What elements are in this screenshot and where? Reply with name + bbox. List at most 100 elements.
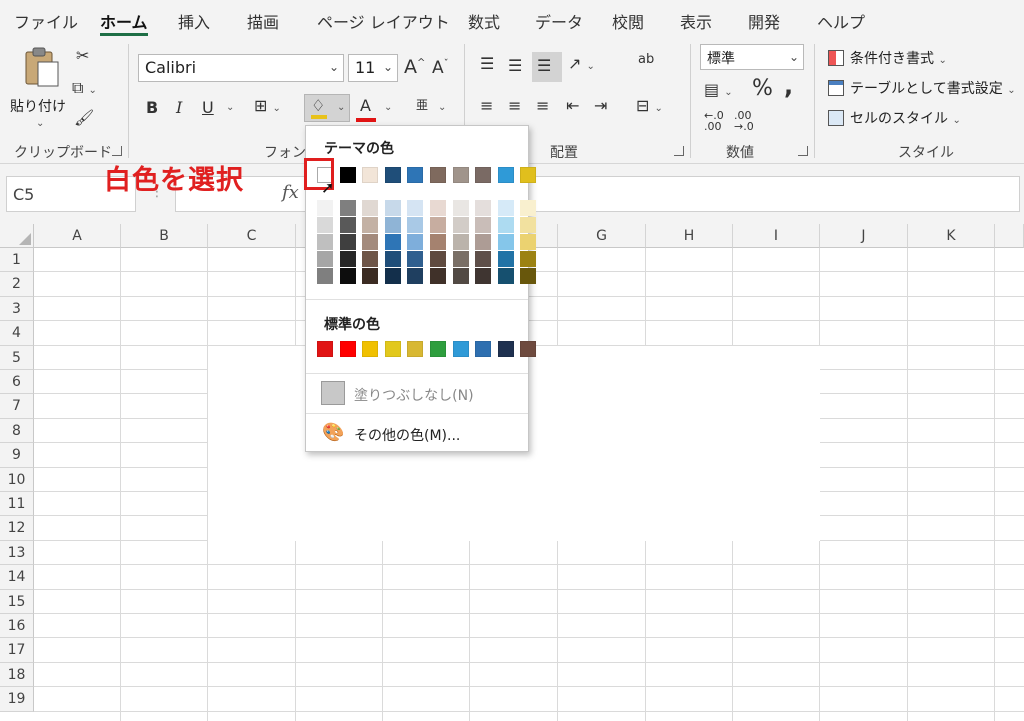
bold-button[interactable]: B [146, 98, 158, 117]
no-fill-item[interactable]: 塗りつぶしなし(N) [306, 378, 528, 408]
column-header-a[interactable]: A [34, 224, 121, 248]
align-center-icon[interactable]: ≡ [508, 96, 521, 115]
row-header-18[interactable]: 18 [0, 662, 34, 688]
number-format-combo[interactable]: 標準 ⌄ [700, 44, 804, 70]
tab-file[interactable]: ファイル [14, 9, 78, 33]
theme-shade-swatch[interactable] [362, 251, 379, 267]
theme-shade-swatch[interactable] [520, 251, 537, 267]
tab-data[interactable]: データ [535, 9, 583, 33]
standard-color-swatch[interactable] [430, 341, 446, 357]
row-header-1[interactable]: 1 [0, 248, 34, 273]
theme-shade-swatch[interactable] [475, 234, 492, 250]
theme-shade-swatch[interactable] [497, 234, 514, 250]
row-header-2[interactable]: 2 [0, 272, 34, 297]
wrap-text-button[interactable]: ab [638, 52, 654, 67]
theme-shade-swatch[interactable] [407, 234, 424, 250]
theme-color-swatch[interactable] [430, 167, 446, 183]
row-header-12[interactable]: 12 [0, 516, 34, 541]
row-header-13[interactable]: 13 [0, 540, 34, 566]
theme-shade-swatch[interactable] [407, 268, 424, 284]
tab-review[interactable]: 校閲 [612, 9, 644, 33]
chevron-down-icon[interactable]: ⌄ [438, 102, 446, 113]
number-launcher-icon[interactable] [798, 146, 808, 156]
theme-color-swatch[interactable] [452, 167, 469, 183]
column-header-c[interactable]: C [208, 224, 296, 248]
font-name-combo[interactable]: Calibri ⌄ [138, 54, 344, 82]
theme-shade-swatch[interactable] [452, 268, 469, 284]
theme-shade-swatch[interactable] [317, 251, 333, 267]
theme-shade-swatch[interactable] [497, 268, 514, 284]
tab-page-layout[interactable]: ページ レイアウト [317, 9, 450, 33]
theme-shade-swatch[interactable] [362, 268, 379, 284]
copy-icon[interactable]: ⧉ ⌄ [72, 78, 97, 98]
italic-button[interactable]: I [176, 98, 182, 117]
tab-developer[interactable]: 開発 [748, 9, 780, 33]
theme-color-swatch[interactable] [475, 167, 492, 183]
standard-color-swatch[interactable] [407, 341, 424, 357]
theme-shade-swatch[interactable] [497, 200, 514, 216]
clipboard-launcher-icon[interactable] [112, 146, 122, 156]
theme-shade-swatch[interactable] [407, 200, 424, 216]
row-header-9[interactable]: 9 [0, 443, 34, 468]
tab-home[interactable]: ホーム [100, 9, 148, 33]
standard-color-swatch[interactable] [362, 341, 379, 357]
fill-color-button[interactable]: ♢ ⌄ [304, 94, 350, 122]
standard-color-swatch[interactable] [339, 341, 356, 357]
row-header-6[interactable]: 6 [0, 370, 34, 395]
align-bottom-icon[interactable]: ☰ [532, 52, 562, 82]
orientation-icon[interactable]: ↗ ⌄ [568, 54, 595, 73]
theme-shade-swatch[interactable] [497, 251, 514, 267]
theme-shade-swatch[interactable] [430, 251, 446, 267]
row-header-3[interactable]: 3 [0, 296, 34, 322]
column-header-g[interactable]: G [558, 224, 646, 248]
insert-function-button[interactable]: fx [282, 182, 299, 203]
column-header-j[interactable]: J [820, 224, 908, 248]
theme-shade-swatch[interactable] [452, 217, 469, 233]
theme-shade-swatch[interactable] [452, 234, 469, 250]
theme-shade-swatch[interactable] [430, 268, 446, 284]
chevron-down-icon[interactable]: ⌄ [384, 102, 392, 113]
align-top-icon[interactable]: ☰ [480, 54, 494, 73]
tab-view[interactable]: 表示 [680, 9, 712, 33]
font-size-combo[interactable]: 11 ⌄ [348, 54, 398, 82]
phonetic-button[interactable]: 亜 [416, 96, 428, 113]
decrease-decimal-button[interactable]: .00 →.0 [734, 110, 754, 132]
theme-shade-swatch[interactable] [520, 234, 537, 250]
row-header-15[interactable]: 15 [0, 589, 34, 614]
tab-help[interactable]: ヘルプ [817, 9, 865, 33]
standard-color-swatch[interactable] [520, 341, 537, 357]
theme-shade-swatch[interactable] [497, 217, 514, 233]
theme-color-swatch[interactable] [407, 167, 424, 183]
row-header-7[interactable]: 7 [0, 394, 34, 419]
row-header-10[interactable]: 10 [0, 467, 34, 492]
theme-shade-swatch[interactable] [407, 217, 424, 233]
theme-shade-swatch[interactable] [452, 251, 469, 267]
theme-color-swatch[interactable] [362, 167, 379, 183]
tab-draw[interactable]: 描画 [247, 9, 279, 33]
theme-color-swatch[interactable] [520, 167, 537, 183]
theme-shade-swatch[interactable] [339, 200, 356, 216]
theme-shade-swatch[interactable] [384, 234, 401, 250]
standard-color-swatch[interactable] [317, 341, 333, 357]
tab-insert[interactable]: 挿入 [178, 9, 210, 33]
theme-shade-swatch[interactable] [430, 200, 446, 216]
column-header-b[interactable]: B [121, 224, 208, 248]
select-all-corner[interactable] [0, 224, 34, 248]
row-header-8[interactable]: 8 [0, 418, 34, 444]
merge-center-icon[interactable]: ⊟ ⌄ [636, 96, 663, 115]
theme-shade-swatch[interactable] [317, 200, 333, 216]
row-header-4[interactable]: 4 [0, 321, 34, 346]
theme-shade-swatch[interactable] [475, 251, 492, 267]
column-header-h[interactable]: H [646, 224, 733, 248]
row-header-11[interactable]: 11 [0, 492, 34, 517]
format-as-table-button[interactable]: テーブルとして書式設定 ⌄ [828, 78, 1016, 98]
row-header-14[interactable]: 14 [0, 565, 34, 590]
align-right-icon[interactable]: ≡ [536, 96, 549, 115]
theme-shade-swatch[interactable] [520, 217, 537, 233]
theme-shade-swatch[interactable] [339, 217, 356, 233]
column-header-k[interactable]: K [908, 224, 995, 248]
theme-shade-swatch[interactable] [384, 268, 401, 284]
standard-color-swatch[interactable] [384, 341, 401, 357]
theme-shade-swatch[interactable] [339, 268, 356, 284]
theme-shade-swatch[interactable] [520, 200, 537, 216]
